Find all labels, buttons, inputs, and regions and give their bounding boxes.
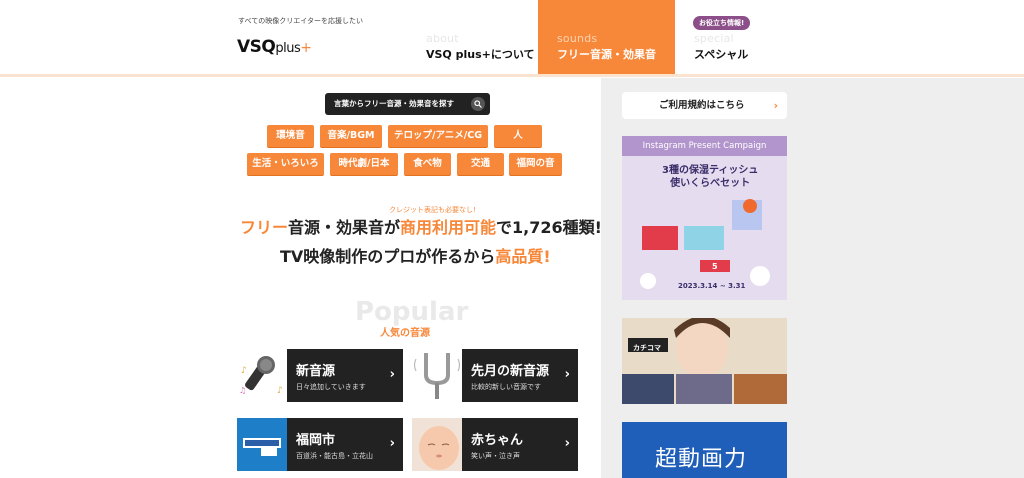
nav-sounds[interactable]: sounds フリー音源・効果音 <box>538 0 675 75</box>
microphone-icon: ♪ ♪ ♫ <box>237 349 287 402</box>
search-label: 言葉からフリー音源・効果音を探す <box>334 99 454 108</box>
campaign-title-line2: 使いくらべセット <box>670 178 751 189</box>
svg-text:♫: ♫ <box>239 386 246 395</box>
headline-count: で1,726種類! <box>496 218 602 237</box>
site-tagline: すべての映像クリエイターを応援したい <box>238 17 363 25</box>
chevron-right-icon: › <box>389 436 395 451</box>
popular-card-fukuoka[interactable]: 福岡市 百道浜・能古島・立花山 › <box>237 418 403 471</box>
category-button[interactable]: テロップ/アニメ/CG <box>388 125 488 147</box>
category-button[interactable]: 食べ物 <box>404 153 451 175</box>
header-divider <box>0 74 1024 77</box>
headline-line2: TV映像制作のプロが作るから高品質! <box>280 243 551 267</box>
site-header: すべての映像クリエイターを応援したい VSQplus+ about VSQ pl… <box>0 0 1024 78</box>
popular-heading-ja: 人気の音源 <box>380 328 430 339</box>
card-title: 福岡市 <box>296 433 336 448</box>
headline-pro: TV映像制作のプロが作るから <box>280 247 496 266</box>
nav-sounds-en: sounds <box>557 32 598 45</box>
card-subtitle: 日々追加していきます <box>296 383 366 391</box>
category-button[interactable]: 交通 <box>457 153 504 175</box>
category-button[interactable]: 生活・いろいろ <box>247 153 324 175</box>
chevron-right-icon: › <box>773 99 778 112</box>
category-button[interactable]: 時代劇/日本 <box>330 153 398 175</box>
nav-special[interactable]: special スペシャル <box>678 0 788 75</box>
nav-sounds-ja: フリー音源・効果音 <box>557 48 656 61</box>
card-title: 新音源 <box>296 364 336 379</box>
category-button[interactable]: 人 <box>494 125 542 147</box>
tissue-boxes-illustration: 5 <box>640 199 770 289</box>
terms-link[interactable]: ご利用規約はこちら › <box>622 92 787 119</box>
chevron-right-icon: › <box>564 436 570 451</box>
nav-special-ja: スペシャル <box>694 48 749 61</box>
card-title: 先月の新音源 <box>471 364 550 379</box>
keyword-search-button[interactable]: 言葉からフリー音源・効果音を探す <box>325 93 490 115</box>
logo-main: VSQ <box>237 37 276 57</box>
card-subtitle: 百道浜・能古島・立花山 <box>296 452 373 460</box>
search-icon <box>471 97 485 111</box>
chevron-right-icon: › <box>564 367 570 382</box>
popular-card-new[interactable]: ♪ ♪ ♫ 新音源 日々追加していきます › <box>237 349 403 402</box>
nav-about-ja: VSQ plus+について <box>426 48 535 61</box>
campaign-header: Instagram Present Campaign <box>622 136 787 156</box>
headline-sounds: 音源・効果音が <box>288 218 401 237</box>
campaign-title: 3種の保湿ティッシュ 使いくらべセット <box>662 164 758 190</box>
manga-banner[interactable]: カチコマ <box>622 318 787 404</box>
popular-card-baby[interactable]: 赤ちゃん 笑い声・泣き声 › <box>412 418 578 471</box>
card-subtitle: 比較的新しい音源です <box>471 383 541 391</box>
popular-heading-en: Popular <box>355 297 469 327</box>
manga-illustration <box>622 318 787 404</box>
info-badge: お役立ち情報! <box>693 16 751 30</box>
nav-special-en: special <box>694 32 734 45</box>
card-subtitle: 笑い声・泣き声 <box>471 452 520 460</box>
headline-commercial: 商用利用可能 <box>400 218 497 237</box>
category-button[interactable]: 音楽/BGM <box>320 125 382 147</box>
card-title: 赤ちゃん <box>471 433 524 448</box>
svg-text:♪: ♪ <box>277 386 283 396</box>
instagram-campaign-banner[interactable]: Instagram Present Campaign 3種の保湿ティッシュ 使い… <box>622 136 787 300</box>
baby-image <box>412 418 462 471</box>
terms-label: ご利用規約はこちら <box>659 100 745 111</box>
nav-about[interactable]: about VSQ plus+について <box>410 0 535 75</box>
site-logo[interactable]: VSQplus+ <box>237 37 312 57</box>
manga-label: カチコマ <box>633 344 661 352</box>
video-power-title: 超動画力 <box>655 447 748 472</box>
headline-quality: 高品質! <box>495 247 551 266</box>
chevron-right-icon: › <box>389 367 395 382</box>
video-power-banner[interactable]: 超動画力 <box>622 422 787 478</box>
category-button[interactable]: 福岡の音 <box>509 153 562 175</box>
headline-free: フリー <box>240 218 289 237</box>
tuning-fork-icon <box>412 349 462 402</box>
campaign-date: 2023.3.14 ~ 3.31 <box>678 282 746 290</box>
headline-line1: フリー音源・効果音が商用利用可能で1,726種類! <box>240 214 602 238</box>
category-button[interactable]: 環境音 <box>267 125 314 147</box>
campaign-title-line1: 3種の保湿ティッシュ <box>662 165 759 176</box>
nav-about-en: about <box>426 32 459 45</box>
popular-card-last-month[interactable]: 先月の新音源 比較的新しい音源です › <box>412 349 578 402</box>
logo-small: plus <box>275 41 301 56</box>
svg-text:5: 5 <box>712 262 718 271</box>
logo-plus: + <box>300 40 312 56</box>
fukuoka-image <box>237 418 287 471</box>
svg-text:♪: ♪ <box>241 366 247 376</box>
